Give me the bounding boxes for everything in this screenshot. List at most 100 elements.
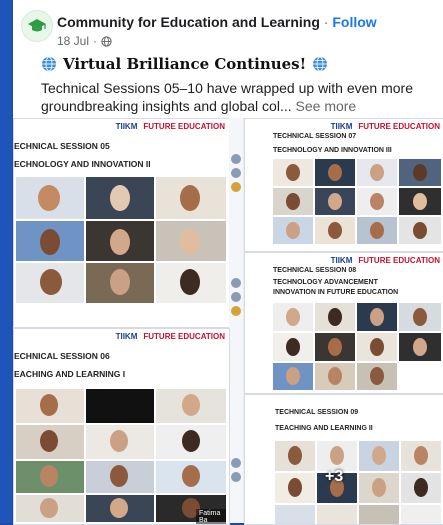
video-tile	[86, 389, 154, 423]
future-education-logo: FUTURE EDUCATION	[358, 122, 440, 131]
post-date[interactable]: 18 Jul	[57, 34, 89, 48]
header-separator: ·	[323, 14, 329, 30]
page-name[interactable]: Community for Education and Learning	[57, 14, 320, 30]
globe-emoji-icon	[313, 56, 328, 72]
video-tile	[156, 461, 226, 493]
video-tile	[401, 505, 441, 524]
future-education-logo: FUTURE EDUCATION	[358, 256, 440, 265]
slide-logos: TIIKM FUTURE EDUCATION	[331, 122, 440, 131]
video-tile	[273, 217, 313, 244]
headline-text: Virtual Brilliance Continues!	[63, 55, 307, 73]
slide-logos: TIIKM FUTURE EDUCATION	[116, 332, 225, 341]
video-tile	[86, 425, 154, 459]
video-tile	[86, 221, 154, 261]
video-tile	[16, 461, 84, 493]
video-tile	[156, 177, 226, 219]
slide-session-06[interactable]: TIIKM FUTURE EDUCATION ECHNICAL SESSION …	[13, 328, 230, 525]
globe-icon	[101, 35, 112, 47]
video-tile	[315, 303, 355, 331]
video-tile	[315, 363, 355, 390]
tiikm-logo: TIIKM	[115, 122, 138, 131]
video-tile	[317, 441, 357, 471]
session-topic: EACHING AND LEARNING I	[14, 369, 126, 379]
video-tile	[399, 217, 441, 244]
meta-separator: ·	[93, 34, 98, 48]
video-tile	[16, 221, 84, 261]
session-topic-line-2: INNOVATION IN FUTURE EDUCATION	[273, 289, 399, 296]
post-headline: Virtual Brilliance Continues!	[41, 55, 328, 73]
session-topic: ECHNOLOGY AND INNOVATION II	[14, 159, 151, 169]
video-tile	[315, 159, 355, 186]
page-avatar[interactable]	[21, 10, 53, 42]
video-tile	[359, 473, 399, 503]
video-tile	[273, 333, 313, 361]
video-tile	[399, 303, 441, 331]
video-tile	[156, 425, 226, 459]
slide-session-05[interactable]: TIIKM FUTURE EDUCATION ECHNICAL SESSION …	[13, 118, 230, 328]
video-tile	[275, 505, 315, 524]
video-tile: Fatima Ba	[156, 495, 226, 524]
session-title: TECHNICAL SESSION 09	[275, 409, 359, 416]
video-tile	[399, 188, 441, 215]
slide-logos: TIIKM FUTURE EDUCATION	[331, 256, 440, 265]
video-tile	[86, 177, 154, 219]
session-topic: TECHNOLOGY ADVANCEMENT	[273, 279, 378, 286]
video-tile	[16, 425, 84, 459]
video-tile	[86, 263, 154, 303]
video-tile	[16, 263, 84, 303]
session-topic: TECHNOLOGY AND INNOVATION III	[273, 147, 392, 154]
more-photos-count[interactable]: +3	[325, 468, 343, 486]
see-more-link[interactable]: See more	[296, 98, 357, 114]
video-tile	[273, 188, 313, 215]
post-body-text: Technical Sessions 05–10 have wrapped up…	[41, 80, 414, 114]
video-tile	[315, 217, 355, 244]
video-tile	[359, 441, 399, 471]
post-header-line: Community for Education and Learning · F…	[57, 14, 377, 30]
video-tile	[16, 177, 84, 219]
session-title: TECHNICAL SESSION 07	[273, 133, 357, 140]
video-tile	[357, 217, 397, 244]
video-tile	[275, 473, 315, 503]
video-tile	[357, 363, 397, 390]
video-tile	[273, 159, 313, 186]
slide-session-07[interactable]: TIIKM FUTURE EDUCATION TECHNICAL SESSION…	[244, 118, 443, 252]
photo-collage[interactable]: TIIKM FUTURE EDUCATION ECHNICAL SESSION …	[13, 118, 443, 525]
session-title: TECHNICAL SESSION 08	[273, 267, 357, 274]
video-tile	[315, 188, 355, 215]
session-title: ECHNICAL SESSION 05	[14, 141, 110, 151]
video-tile	[86, 461, 154, 493]
post-meta: 18 Jul ·	[57, 34, 112, 48]
follow-button[interactable]: Follow	[332, 14, 376, 30]
video-tile	[16, 389, 84, 423]
globe-emoji-icon	[42, 56, 56, 72]
slide-logos: TIIKM FUTURE EDUCATION	[116, 122, 225, 131]
tiikm-logo: TIIKM	[330, 256, 353, 265]
video-tile	[357, 303, 397, 331]
future-education-logo: FUTURE EDUCATION	[143, 332, 225, 341]
future-education-logo: FUTURE EDUCATION	[143, 122, 225, 131]
video-tile	[273, 303, 313, 331]
video-tile	[156, 389, 226, 423]
video-tile	[275, 441, 315, 471]
tiikm-logo: TIIKM	[115, 332, 138, 341]
video-tile	[357, 333, 397, 361]
video-tile	[357, 159, 397, 186]
video-tile	[156, 263, 226, 303]
video-tile	[401, 441, 441, 471]
video-tile	[156, 221, 226, 261]
video-tile	[315, 333, 355, 361]
video-tile	[317, 505, 357, 524]
graduation-cap-icon	[28, 19, 46, 32]
video-tile	[399, 159, 441, 186]
program-sidebar	[229, 118, 243, 523]
video-tile	[16, 495, 84, 522]
video-tile	[399, 333, 441, 361]
session-title: ECHNICAL SESSION 06	[14, 351, 110, 361]
video-tile	[401, 473, 441, 503]
video-tile	[273, 363, 313, 390]
slide-session-08[interactable]: TIIKM FUTURE EDUCATION TECHNICAL SESSION…	[244, 252, 443, 394]
post-body: Technical Sessions 05–10 have wrapped up…	[41, 79, 441, 115]
video-tile	[357, 188, 397, 215]
left-page-edge	[0, 0, 12, 523]
slide-session-09[interactable]: TECHNICAL SESSION 09 TEACHING AND LEARNI…	[244, 394, 443, 525]
